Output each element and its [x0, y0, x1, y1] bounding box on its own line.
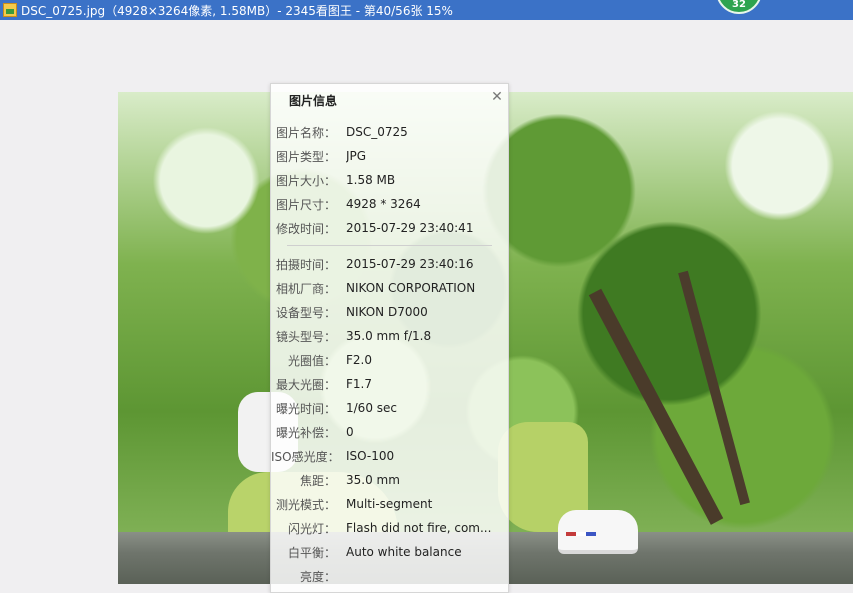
info-row: 闪光灯： Flash did not fire, com... [271, 516, 508, 540]
info-label: 测光模式： [275, 497, 336, 512]
info-row: 曝光时间： 1/60 sec [271, 396, 508, 420]
info-row: 图片尺寸： 4928 * 3264 [271, 192, 508, 216]
info-row: 焦距： 35.0 mm [271, 468, 508, 492]
info-row: 图片名称： DSC_0725 [271, 120, 508, 144]
info-value: NIKON D7000 [346, 305, 428, 319]
info-value: 2015-07-29 23:40:41 [346, 221, 474, 235]
info-row: 亮度： [271, 564, 508, 588]
info-label: 图片类型： [275, 149, 336, 164]
panel-title: 图片信息 [289, 94, 338, 108]
info-row: 光圈值： F2.0 [271, 348, 508, 372]
info-value: 0 [346, 425, 354, 439]
info-row: 测光模式： Multi-segment [271, 492, 508, 516]
info-value: Multi-segment [346, 497, 433, 511]
info-label: 曝光补偿： [275, 425, 336, 440]
info-row: 修改时间： 2015-07-29 23:40:41 [271, 216, 508, 240]
app-image-icon [3, 3, 17, 17]
info-row: 曝光补偿： 0 [271, 420, 508, 444]
info-value: 2015-07-29 23:40:16 [346, 257, 474, 271]
info-value: Auto white balance [346, 545, 462, 559]
info-label: 亮度： [299, 569, 336, 584]
info-label: 最大光圈： [275, 377, 336, 392]
info-label: 修改时间： [275, 221, 336, 236]
info-label: 设备型号： [275, 305, 336, 320]
info-row: 拍摄时间： 2015-07-29 23:40:16 [271, 252, 508, 276]
image-info-panel: 图片信息 ✕ 图片名称： DSC_0725 图片类型： JPG 图片大小： 1.… [270, 83, 509, 593]
info-value: JPG [346, 149, 367, 163]
info-value: F2.0 [346, 353, 372, 367]
info-value: ISO-100 [346, 449, 395, 463]
info-label: 图片大小： [275, 173, 336, 188]
window-title: DSC_0725.jpg（4928×3264像素, 1.58MB）- 2345看… [21, 3, 453, 18]
info-value: NIKON CORPORATION [346, 281, 476, 295]
info-row: 白平衡： Auto white balance [271, 540, 508, 564]
close-icon[interactable]: ✕ [490, 90, 504, 104]
info-row: 图片类型： JPG [271, 144, 508, 168]
photo-shoe-stripe [566, 532, 596, 536]
info-label: 拍摄时间： [275, 257, 336, 272]
info-label: 白平衡： [287, 545, 336, 560]
info-rows: 图片名称： DSC_0725 图片类型： JPG 图片大小： 1.58 MB 图… [271, 120, 508, 588]
info-value: 35.0 mm [346, 473, 400, 487]
info-value: 1.58 MB [346, 173, 396, 187]
info-label: 图片尺寸： [275, 197, 336, 212]
info-value: 4928 * 3264 [346, 197, 421, 211]
info-label: ISO感光度： [271, 449, 340, 464]
info-value: 1/60 sec [346, 401, 397, 415]
info-row: 最大光圈： F1.7 [271, 372, 508, 396]
section-divider [287, 245, 492, 246]
info-label: 光圈值： [287, 353, 336, 368]
info-value: F1.7 [346, 377, 372, 391]
info-row: ISO感光度： ISO-100 [271, 444, 508, 468]
info-value: DSC_0725 [346, 125, 408, 139]
info-label: 闪光灯： [287, 521, 336, 536]
info-label: 焦距： [299, 473, 336, 488]
info-value: 35.0 mm f/1.8 [346, 329, 432, 343]
info-row: 相机厂商： NIKON CORPORATION [271, 276, 508, 300]
photo-tree-trunk [588, 288, 724, 525]
info-row: 设备型号： NIKON D7000 [271, 300, 508, 324]
info-label: 曝光时间： [275, 401, 336, 416]
info-row: 图片大小： 1.58 MB [271, 168, 508, 192]
info-value: Flash did not fire, com... [346, 521, 492, 535]
info-row: 镜头型号： 35.0 mm f/1.8 [271, 324, 508, 348]
info-label: 相机厂商： [275, 281, 336, 296]
info-label: 图片名称： [275, 125, 336, 140]
info-label: 镜头型号： [275, 329, 336, 344]
